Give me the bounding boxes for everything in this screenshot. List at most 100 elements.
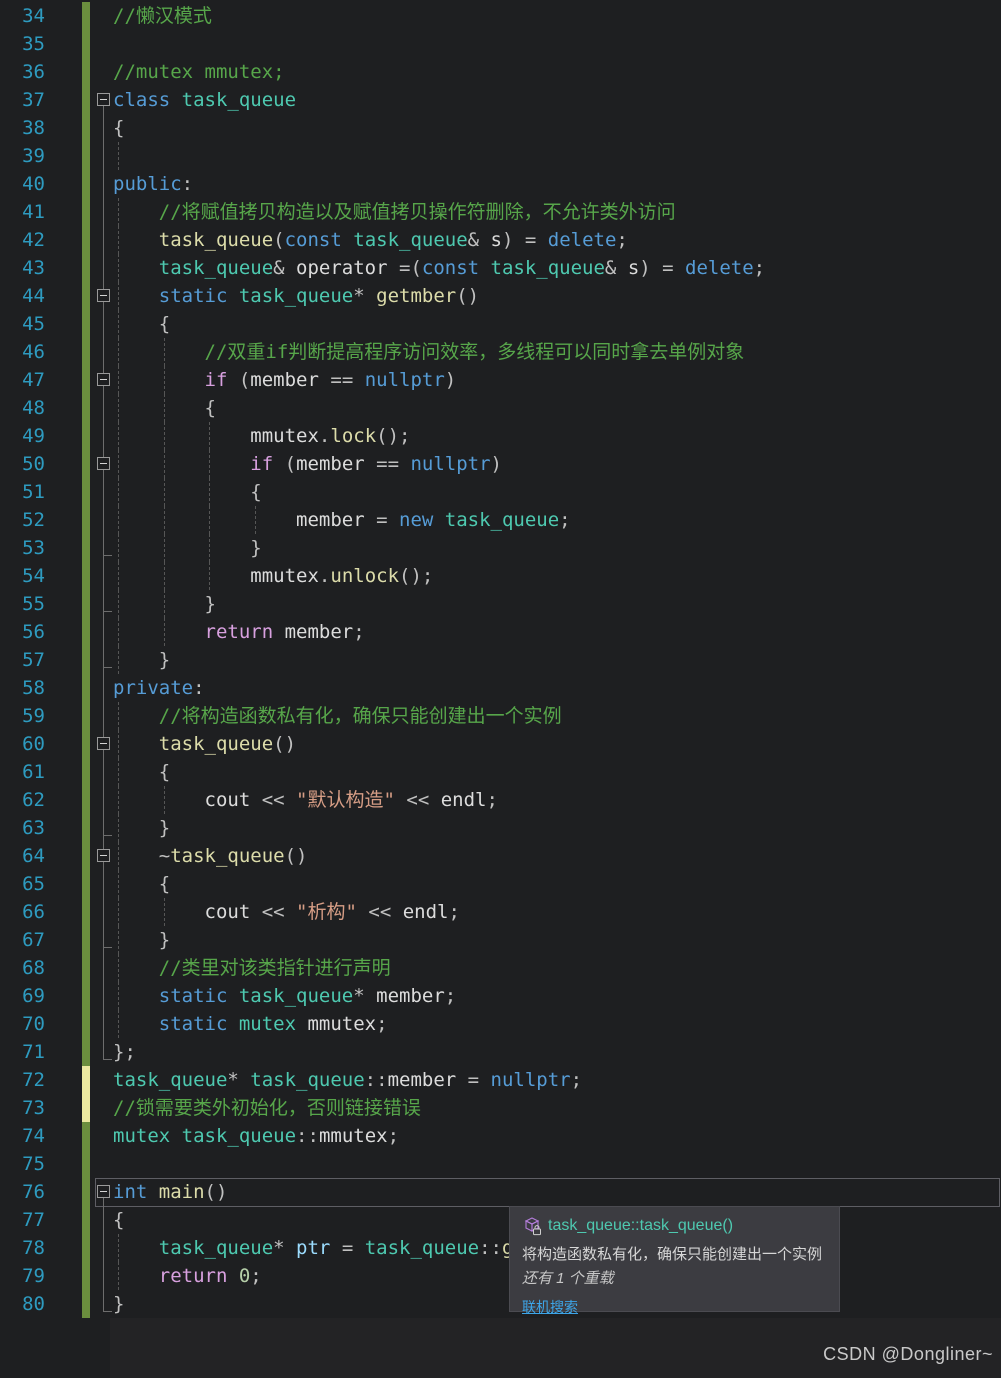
code-line-67[interactable]: 67 }	[0, 926, 1001, 954]
code-line-40[interactable]: 40 public:	[0, 170, 1001, 198]
line-number[interactable]: 72	[0, 1066, 45, 1094]
line-number[interactable]: 40	[0, 170, 45, 198]
fold-collapse-icon[interactable]	[90, 366, 113, 394]
code-line-61[interactable]: 61 {	[0, 758, 1001, 786]
code-line-59[interactable]: 59 //将构造函数私有化，确保只能创建出一个实例	[0, 702, 1001, 730]
code-line-35[interactable]: 35	[0, 30, 1001, 58]
code-text[interactable]: mmutex.unlock();	[113, 562, 433, 590]
line-number[interactable]: 56	[0, 618, 45, 646]
code-text[interactable]: {	[113, 758, 170, 786]
code-line-71[interactable]: 71};	[0, 1038, 1001, 1066]
line-number[interactable]: 48	[0, 394, 45, 422]
line-number[interactable]: 71	[0, 1038, 45, 1066]
line-number[interactable]: 38	[0, 114, 45, 142]
line-number[interactable]: 65	[0, 870, 45, 898]
code-text[interactable]: {	[113, 310, 170, 338]
code-line-38[interactable]: 38 {	[0, 114, 1001, 142]
line-number[interactable]: 80	[0, 1290, 45, 1318]
code-text[interactable]: cout << "默认构造" << endl;	[113, 786, 498, 814]
line-number[interactable]: 60	[0, 730, 45, 758]
line-number[interactable]: 78	[0, 1234, 45, 1262]
line-number[interactable]: 58	[0, 674, 45, 702]
code-line-34[interactable]: 34 //懒汉模式	[0, 2, 1001, 30]
code-text[interactable]: };	[113, 1038, 136, 1066]
line-number[interactable]: 67	[0, 926, 45, 954]
line-number[interactable]: 35	[0, 30, 45, 58]
line-number[interactable]: 36	[0, 58, 45, 86]
code-line-36[interactable]: 36 //mutex mmutex;	[0, 58, 1001, 86]
line-number[interactable]: 51	[0, 478, 45, 506]
fold-collapse-icon[interactable]	[90, 842, 113, 870]
code-line-41[interactable]: 41 //将赋值拷贝构造以及赋值拷贝操作符删除，不允许类外访问	[0, 198, 1001, 226]
code-line-73[interactable]: 73 //锁需要类外初始化，否则链接错误	[0, 1094, 1001, 1122]
code-text[interactable]: task_queue& operator =(const task_queue&…	[113, 254, 765, 282]
code-text[interactable]: public:	[113, 170, 193, 198]
code-line-46[interactable]: 46 //双重if判断提高程序访问效率，多线程可以同时拿去单例对象	[0, 338, 1001, 366]
line-number[interactable]: 53	[0, 534, 45, 562]
line-number[interactable]: 37	[0, 86, 45, 114]
code-line-47[interactable]: 47 if (member == nullptr)	[0, 366, 1001, 394]
code-text[interactable]: }	[113, 534, 261, 562]
line-number[interactable]: 49	[0, 422, 45, 450]
code-text[interactable]: {	[113, 478, 261, 506]
line-number[interactable]: 47	[0, 366, 45, 394]
line-number[interactable]: 44	[0, 282, 45, 310]
code-text[interactable]: }	[113, 646, 170, 674]
line-number[interactable]: 61	[0, 758, 45, 786]
line-number[interactable]: 59	[0, 702, 45, 730]
code-text[interactable]: //懒汉模式	[113, 2, 212, 30]
line-number[interactable]: 52	[0, 506, 45, 534]
code-text[interactable]: task_queue(const task_queue& s) = delete…	[113, 226, 628, 254]
code-text[interactable]: //mutex mmutex;	[113, 58, 285, 86]
code-text[interactable]: static mutex mmutex;	[113, 1010, 388, 1038]
code-line-56[interactable]: 56 return member;	[0, 618, 1001, 646]
code-text[interactable]: mutex task_queue::mmutex;	[113, 1122, 399, 1150]
fold-collapse-icon[interactable]	[90, 282, 113, 310]
code-line-69[interactable]: 69 static task_queue* member;	[0, 982, 1001, 1010]
code-line-66[interactable]: 66 cout << "析构" << endl;	[0, 898, 1001, 926]
code-text[interactable]: if (member == nullptr)	[113, 450, 502, 478]
code-text[interactable]: mmutex.lock();	[113, 422, 410, 450]
code-line-62[interactable]: 62 cout << "默认构造" << endl;	[0, 786, 1001, 814]
code-line-76[interactable]: 76 int main()	[0, 1178, 1001, 1207]
line-number[interactable]: 55	[0, 590, 45, 618]
code-line-75[interactable]: 75	[0, 1150, 1001, 1178]
line-number[interactable]: 62	[0, 786, 45, 814]
code-line-50[interactable]: 50 if (member == nullptr)	[0, 450, 1001, 478]
fold-collapse-icon[interactable]	[90, 1178, 113, 1206]
fold-collapse-icon[interactable]	[90, 730, 113, 758]
code-text[interactable]: private:	[113, 674, 205, 702]
code-line-70[interactable]: 70 static mutex mmutex;	[0, 1010, 1001, 1038]
code-line-79[interactable]: 79 return 0;	[0, 1262, 1001, 1290]
code-text[interactable]: return member;	[113, 618, 365, 646]
code-line-64[interactable]: 64 ~task_queue()	[0, 842, 1001, 870]
code-text[interactable]: //双重if判断提高程序访问效率，多线程可以同时拿去单例对象	[113, 338, 745, 366]
code-text[interactable]: }	[113, 590, 216, 618]
line-number[interactable]: 76	[0, 1178, 45, 1206]
line-number[interactable]: 57	[0, 646, 45, 674]
code-text[interactable]: }	[113, 814, 170, 842]
code-line-58[interactable]: 58 private:	[0, 674, 1001, 702]
code-line-80[interactable]: 80}	[0, 1290, 1001, 1318]
code-text[interactable]: member = new task_queue;	[113, 506, 571, 534]
code-text[interactable]: int main()	[113, 1178, 227, 1206]
line-number[interactable]: 42	[0, 226, 45, 254]
line-number[interactable]: 69	[0, 982, 45, 1010]
code-text[interactable]: return 0;	[113, 1262, 262, 1290]
code-text[interactable]: {	[113, 114, 124, 142]
code-line-53[interactable]: 53 }	[0, 534, 1001, 562]
line-number[interactable]: 68	[0, 954, 45, 982]
code-line-63[interactable]: 63 }	[0, 814, 1001, 842]
online-search-link[interactable]: 联机搜索	[522, 1297, 578, 1317]
line-number[interactable]: 45	[0, 310, 45, 338]
code-text[interactable]: if (member == nullptr)	[113, 366, 457, 394]
code-line-57[interactable]: 57 }	[0, 646, 1001, 674]
code-text[interactable]: static task_queue* member;	[113, 982, 456, 1010]
code-line-52[interactable]: 52 member = new task_queue;	[0, 506, 1001, 534]
line-number[interactable]: 34	[0, 2, 45, 30]
code-text[interactable]: }	[113, 1290, 124, 1318]
line-number[interactable]: 50	[0, 450, 45, 478]
code-text[interactable]: //类里对该类指针进行声明	[113, 954, 391, 982]
code-line-68[interactable]: 68 //类里对该类指针进行声明	[0, 954, 1001, 982]
code-text[interactable]: task_queue* task_queue::member = nullptr…	[113, 1066, 582, 1094]
